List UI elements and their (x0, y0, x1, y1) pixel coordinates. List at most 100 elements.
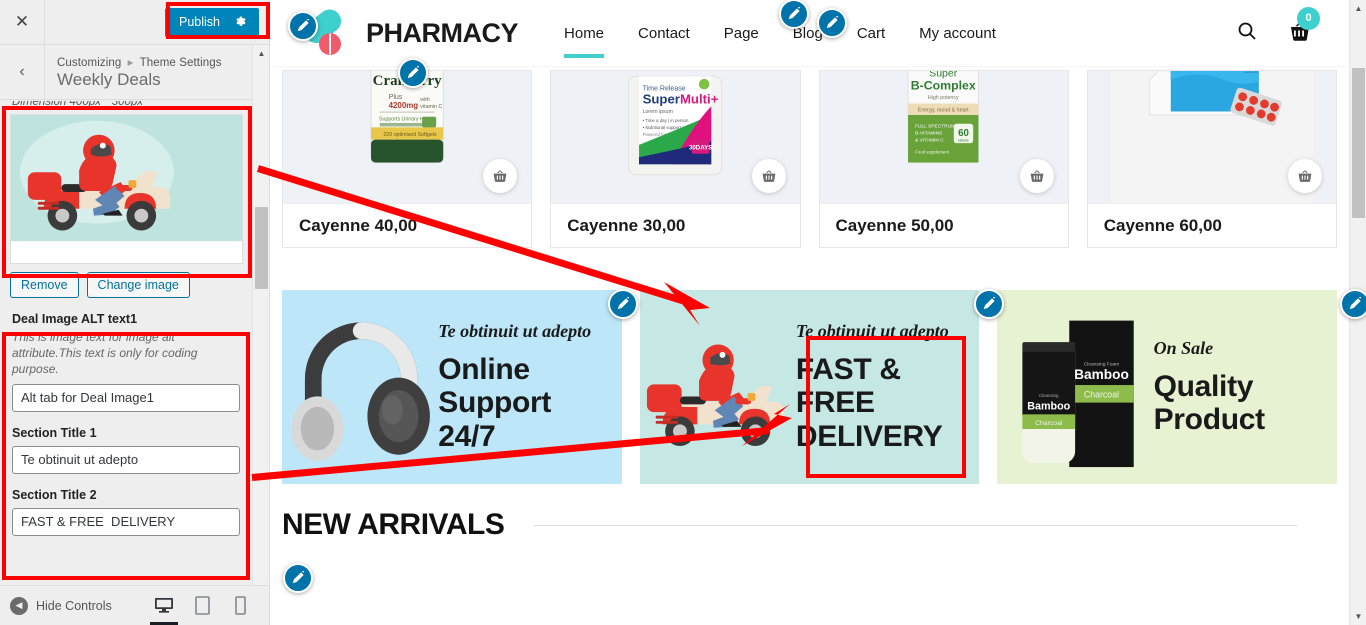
hide-controls-label: Hide Controls (36, 598, 112, 613)
back-button[interactable]: ‹ (0, 45, 45, 99)
customizer-topbar: ✕ Publish (0, 0, 269, 45)
svg-text:Lorem ipsum: Lorem ipsum (643, 109, 674, 115)
collapse-icon: ◀ (10, 596, 28, 615)
mobile-icon[interactable] (228, 592, 252, 620)
banner-text: Te obtinuit ut adepto FAST & FREE DELIVE… (796, 320, 979, 453)
product-name: Cayenne 40,00 (283, 203, 532, 247)
scrollbar-thumb[interactable] (255, 207, 268, 289)
close-icon[interactable]: ✕ (0, 0, 45, 44)
svg-text:Charcoal: Charcoal (1035, 420, 1063, 427)
pharmacy-site: PHARMACY Home Contact Page Blog Cart My … (270, 0, 1349, 625)
nav-item-contact[interactable]: Contact (638, 3, 690, 64)
site-logo[interactable]: PHARMACY (298, 9, 519, 57)
customizer-scrollbar[interactable]: ▲ ▼ (252, 45, 269, 625)
annotation-arrowhead (664, 282, 710, 326)
search-icon[interactable] (1237, 21, 1257, 46)
product-card[interactable]: Super B-Complex High potency Energy, moo… (818, 70, 1069, 248)
breadcrumb: Customizing ▸ Theme Settings (57, 55, 222, 69)
header-actions: 0 (1237, 6, 1349, 48)
svg-text:220 optimised Softgels: 220 optimised Softgels (383, 132, 437, 138)
add-to-cart-button[interactable] (1288, 159, 1322, 193)
field-description: This is image text for image alt attribu… (12, 330, 198, 377)
basket-icon (1298, 169, 1312, 182)
change-image-button[interactable]: Change image (86, 272, 190, 298)
edit-pencil-icon[interactable] (283, 563, 313, 593)
banner-subtitle: Te obtinuit ut adepto (795, 321, 949, 342)
scroll-up-icon[interactable]: ▲ (253, 45, 269, 62)
customizer-scroll-pane: Dimension 400px * 300px Remove Change im… (0, 101, 253, 601)
product-card[interactable]: METRO 2x10 (1086, 70, 1337, 248)
screen: ✕ Publish ‹ Customizing ▸ Theme Settings… (0, 0, 1366, 625)
svg-text:4200mg: 4200mg (389, 101, 419, 110)
scrollbar-thumb[interactable] (1352, 68, 1365, 218)
product-card[interactable]: Time Release SuperMulti+ Lorem ipsum • T… (550, 70, 801, 248)
customizer-sidebar: ✕ Publish ‹ Customizing ▸ Theme Settings… (0, 0, 270, 625)
publish-button[interactable]: Publish (165, 7, 259, 37)
breadcrumb-root[interactable]: Customizing (57, 57, 121, 69)
deal-image-alt-input[interactable] (12, 383, 240, 412)
nav-item-cart[interactable]: Cart (857, 3, 885, 64)
publish-label: Publish (179, 15, 220, 29)
customizer-footer: ◀ Hide Controls (0, 585, 269, 625)
basket-icon (1030, 169, 1044, 182)
svg-text:60: 60 (958, 128, 969, 139)
edit-pencil-icon[interactable] (1340, 289, 1366, 319)
page-title: Weekly Deals (57, 69, 161, 89)
promo-banner-quality-product[interactable]: Bamboo Charcoal Cleansing Foam Bamboo Ch… (997, 290, 1338, 484)
edit-pencil-icon[interactable] (817, 8, 847, 38)
svg-text:B-Complex: B-Complex (910, 78, 975, 92)
nav-item-my-account[interactable]: My account (919, 3, 996, 64)
image-action-buttons: Remove Change image (0, 264, 253, 298)
cart-button[interactable]: 0 (1287, 6, 1320, 48)
section-title-2-input[interactable] (12, 507, 240, 536)
svg-text:30DAYS: 30DAYS (689, 144, 712, 151)
dimension-note: Dimension 400px * 300px (12, 101, 144, 108)
promo-banner-online-support[interactable]: Te obtinuit ut adepto Online Support 24/… (282, 290, 622, 484)
desktop-icon[interactable] (150, 592, 178, 625)
svg-text:SuperMulti+: SuperMulti+ (643, 92, 719, 107)
product-name: Cayenne 60,00 (1087, 203, 1336, 247)
edit-pencil-icon[interactable] (974, 289, 1004, 319)
edit-pencil-icon[interactable] (398, 58, 428, 88)
tablet-icon[interactable] (190, 592, 214, 620)
product-strip: Cranberry Plus 4200mg with vitamin C Sup… (270, 66, 1349, 248)
product-card[interactable]: Cranberry Plus 4200mg with vitamin C Sup… (282, 70, 533, 248)
scroll-down-icon[interactable]: ▼ (1350, 608, 1366, 625)
edit-pencil-icon[interactable] (608, 289, 638, 319)
promo-banners: Te obtinuit ut adepto Online Support 24/… (270, 248, 1349, 484)
svg-text:FULL SPECTRUM: FULL SPECTRUM (915, 123, 955, 129)
site-header: PHARMACY Home Contact Page Blog Cart My … (270, 0, 1349, 66)
svg-text:with: with (420, 97, 429, 103)
remove-image-button[interactable]: Remove (10, 272, 79, 298)
hide-controls-button[interactable]: ◀ Hide Controls (0, 596, 112, 615)
publish-group: Publish (165, 0, 269, 44)
deal-image-preview[interactable] (10, 114, 243, 264)
nav-item-page[interactable]: Page (724, 3, 759, 64)
section-title-1-input[interactable] (12, 445, 240, 474)
field-label: Section Title 1 (12, 425, 97, 440)
svg-text:High potency: High potency (927, 95, 958, 101)
breadcrumb-separator-icon: ▸ (127, 56, 134, 69)
edit-pencil-icon[interactable] (288, 11, 318, 41)
svg-text:B-VITAMINS: B-VITAMINS (915, 130, 942, 136)
add-to-cart-button[interactable] (483, 159, 518, 193)
basket-icon (762, 169, 775, 182)
customizer-controls: Dimension 400px * 300px Remove Change im… (0, 101, 269, 601)
banner-title: FAST & FREE DELIVERY (795, 352, 943, 454)
scroll-up-icon[interactable]: ▲ (1350, 0, 1366, 17)
add-to-cart-button[interactable] (751, 159, 786, 193)
customizer-header: ‹ Customizing ▸ Theme Settings Weekly De… (0, 45, 269, 100)
edit-pencil-icon[interactable] (779, 0, 809, 29)
svg-text:METRO: METRO (1190, 71, 1231, 74)
add-to-cart-button[interactable] (1019, 159, 1054, 193)
breadcrumb-current[interactable]: Theme Settings (140, 57, 222, 69)
banner-subtitle: On Sale (1153, 338, 1214, 359)
nav-item-home[interactable]: Home (564, 3, 605, 64)
new-arrivals-section: NEW ARRIVALS (270, 484, 1349, 542)
annotation-arrowhead (742, 404, 792, 446)
site-preview: PHARMACY Home Contact Page Blog Cart My … (270, 0, 1366, 625)
svg-text:Food supplement: Food supplement (915, 150, 950, 155)
gear-icon[interactable] (234, 15, 247, 30)
headphones-icon (282, 290, 438, 484)
banner-subtitle: Te obtinuit ut adepto (438, 321, 592, 342)
